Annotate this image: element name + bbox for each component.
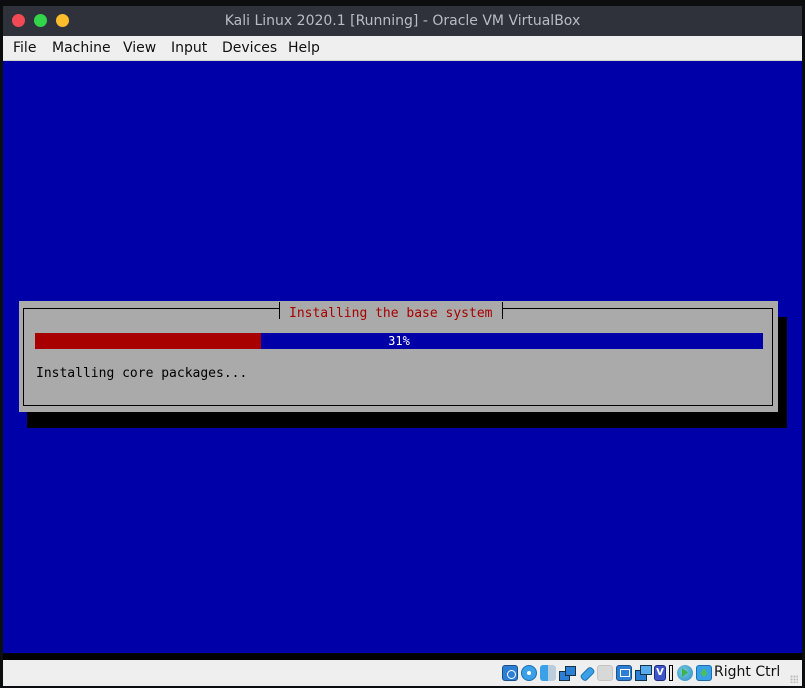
audio-icon[interactable] <box>540 665 556 681</box>
optical-drive-icon[interactable] <box>521 665 537 681</box>
keyboard-capture-icon[interactable] <box>677 665 693 681</box>
menu-machine[interactable]: Machine <box>52 40 111 56</box>
menu-input[interactable]: Input <box>171 40 207 56</box>
title-bar: Kali Linux 2020.1 [Running] - Oracle VM … <box>3 6 802 36</box>
status-message: Installing core packages... <box>36 366 248 381</box>
download-icon[interactable] <box>696 665 712 681</box>
status-bar: V Right Ctrl <box>3 660 802 686</box>
hard-disk-icon[interactable] <box>502 665 518 681</box>
dialog-title-container: Installing the base system <box>279 302 503 321</box>
window-title: Kali Linux 2020.1 [Running] - Oracle VM … <box>224 13 581 29</box>
progress-bar: 31% <box>35 333 763 349</box>
status-icons: V <box>502 664 715 683</box>
virtualization-icon[interactable]: V <box>654 665 666 681</box>
menu-devices[interactable]: Devices <box>222 40 277 56</box>
host-key-label: Right Ctrl <box>714 664 781 680</box>
menu-bar: File Machine View Input Devices Help <box>3 36 802 61</box>
shared-folders-icon[interactable] <box>597 665 613 681</box>
video-capture-icon[interactable] <box>635 665 652 681</box>
progress-label: 31% <box>388 334 410 348</box>
menu-file[interactable]: File <box>13 40 36 56</box>
network-icon[interactable] <box>559 665 576 681</box>
display-icon[interactable] <box>616 665 632 681</box>
usb-icon[interactable] <box>578 665 596 683</box>
vm-screen[interactable]: Installing the base system 31% Installin… <box>3 61 802 653</box>
menu-help[interactable]: Help <box>288 40 320 56</box>
menu-view[interactable]: View <box>123 40 156 56</box>
status-separator <box>3 653 802 660</box>
resize-grip[interactable] <box>790 675 798 683</box>
dialog-title: Installing the base system <box>289 306 493 321</box>
install-dialog: Installing the base system 31% Installin… <box>19 301 778 412</box>
virtualbox-window: Kali Linux 2020.1 [Running] - Oracle VM … <box>3 6 802 686</box>
dialog-frame <box>23 308 773 406</box>
mouse-integration-icon[interactable] <box>669 665 673 681</box>
